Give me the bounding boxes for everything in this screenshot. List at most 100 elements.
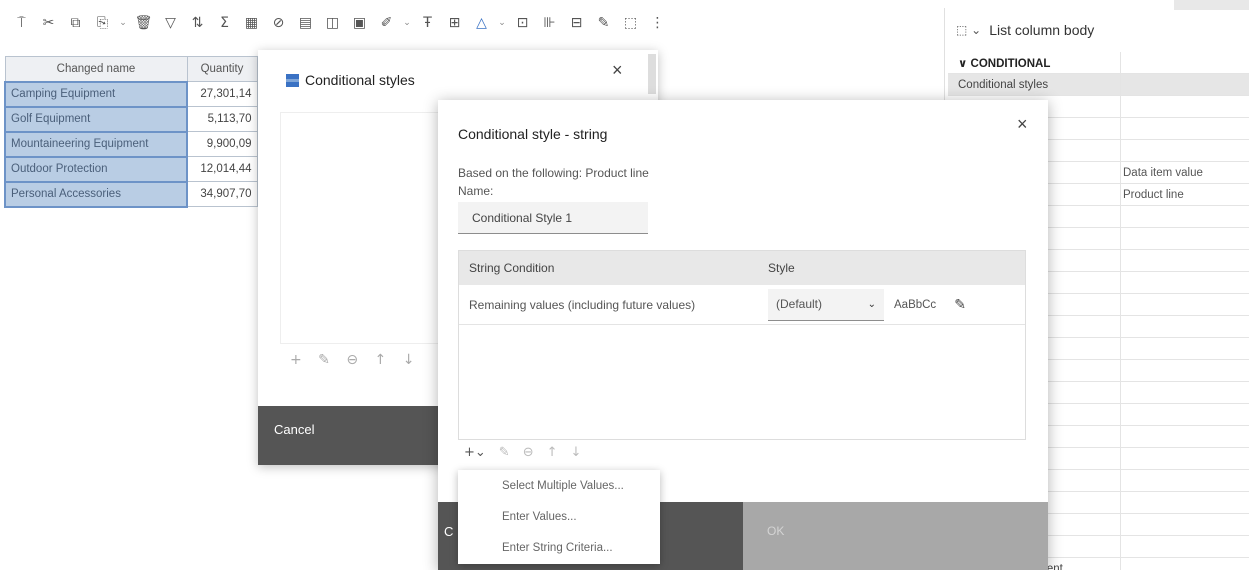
filter-icon[interactable]: ▽	[157, 8, 184, 38]
menu-item-enter-string-criteria[interactable]: Enter String Criteria...	[458, 532, 660, 563]
table-row[interactable]: Camping Equipment 27,301,14	[4, 80, 258, 108]
color-picker-icon[interactable]: ✐	[373, 8, 400, 38]
remove-icon[interactable]: ⊖	[523, 445, 534, 460]
group-icon[interactable]: ▦	[238, 8, 265, 38]
property-value[interactable]	[1120, 514, 1249, 535]
column-header-name[interactable]: Changed name	[4, 56, 188, 82]
property-label: ∨ CONDITIONAL	[958, 57, 1051, 70]
copy-icon[interactable]: ⧉	[62, 8, 89, 38]
properties-title: List column body	[989, 22, 1095, 38]
property-value[interactable]	[1120, 294, 1249, 315]
style-preview: AaBbCc	[894, 298, 937, 311]
properties-icon[interactable]: ⊟	[563, 8, 590, 38]
table-row[interactable]: Golf Equipment 5,113,70	[4, 105, 258, 133]
menu-item-enter-values[interactable]: Enter Values...	[458, 501, 660, 532]
name-field[interactable]	[458, 202, 648, 234]
delete-icon[interactable]: 🗑	[130, 8, 157, 38]
property-value[interactable]	[1120, 316, 1249, 337]
text-format-icon[interactable]: Ŧ	[414, 8, 441, 38]
property-value[interactable]	[1120, 448, 1249, 469]
explore-icon[interactable]: ⊘	[265, 8, 292, 38]
quantity-cell[interactable]: 12,014,44	[186, 156, 258, 182]
ok-button[interactable]: OK	[743, 502, 1048, 570]
column-header-quantity[interactable]: Quantity	[186, 56, 258, 82]
property-row[interactable]: Conditional styles	[948, 74, 1249, 96]
property-value[interactable]	[1120, 140, 1249, 161]
property-value[interactable]	[1120, 404, 1249, 425]
scrollbar[interactable]	[648, 54, 656, 94]
add-icon[interactable]: +⌄	[464, 445, 486, 460]
dialog-title: Conditional style - string	[458, 126, 608, 142]
background-color-icon[interactable]: △	[468, 8, 495, 38]
paint-format-icon[interactable]: ⍑	[8, 8, 35, 38]
property-value[interactable]	[1120, 338, 1249, 359]
property-value[interactable]	[1120, 360, 1249, 381]
property-value[interactable]	[1120, 96, 1249, 117]
summarize-icon[interactable]: Σ	[211, 8, 238, 38]
table-row[interactable]: Mountaineering Equipment 9,900,09	[4, 130, 258, 158]
property-value[interactable]	[1120, 228, 1249, 249]
close-icon[interactable]: ×	[612, 60, 623, 81]
conditional-styles-list[interactable]	[280, 112, 460, 344]
name-cell[interactable]: Outdoor Protection	[4, 155, 188, 183]
cancel-button[interactable]: Cancel	[258, 406, 443, 465]
name-cell[interactable]: Camping Equipment	[4, 80, 188, 108]
property-row[interactable]: ∨ CONDITIONAL	[948, 52, 1249, 74]
property-value[interactable]	[1120, 74, 1249, 95]
property-label: Conditional styles	[958, 78, 1049, 91]
edit-icon[interactable]: ✎	[954, 297, 966, 313]
move-up-icon[interactable]: ↑	[547, 445, 558, 460]
name-cell[interactable]: Mountaineering Equipment	[4, 130, 188, 158]
dialog-title-text: Conditional styles	[305, 72, 415, 88]
close-icon[interactable]: ×	[1017, 114, 1028, 135]
table-header-row: Changed name Quantity	[4, 56, 258, 82]
quantity-cell[interactable]: 9,900,09	[186, 131, 258, 157]
paste-icon[interactable]: ⎘	[89, 8, 116, 38]
property-value[interactable]: Product line	[1120, 184, 1249, 205]
quantity-cell[interactable]: 27,301,14	[186, 81, 258, 107]
insert-table-icon[interactable]: ▤	[292, 8, 319, 38]
name-label: Name:	[458, 184, 494, 198]
property-value[interactable]	[1120, 206, 1249, 227]
quantity-cell[interactable]: 5,113,70	[186, 106, 258, 132]
property-value[interactable]	[1120, 250, 1249, 271]
menu-item-select-multiple-values[interactable]: Select Multiple Values...	[458, 470, 660, 501]
name-cell[interactable]: Personal Accessories	[4, 180, 188, 208]
chevron-down-icon[interactable]: ⌄	[495, 8, 509, 38]
align-icon[interactable]: ⊪	[536, 8, 563, 38]
edit-icon[interactable]: ✎	[499, 445, 510, 460]
table-row[interactable]: Personal Accessories 34,907,70	[4, 180, 258, 208]
table-row[interactable]: Remaining values (including future value…	[459, 285, 1025, 325]
list-tools[interactable]: + ✎ ⊖ ↑ ↓	[290, 352, 420, 368]
sort-icon[interactable]: ⇅	[184, 8, 211, 38]
insert-block-icon[interactable]: ⊡	[509, 8, 536, 38]
chevron-down-icon[interactable]: ⌄	[116, 8, 130, 38]
move-down-icon[interactable]: ↓	[571, 445, 582, 460]
property-value[interactable]	[1120, 558, 1249, 570]
property-value[interactable]	[1120, 536, 1249, 557]
property-value[interactable]	[1120, 492, 1249, 513]
property-value[interactable]	[1120, 118, 1249, 139]
select-icon[interactable]: ⬚	[617, 8, 644, 38]
property-value[interactable]	[1120, 426, 1249, 447]
property-value[interactable]	[1120, 52, 1249, 73]
property-value[interactable]	[1120, 382, 1249, 403]
table-row[interactable]: Outdoor Protection 12,014,44	[4, 155, 258, 183]
style-select[interactable]: (Default) ⌄	[768, 288, 884, 321]
condition-table-header: String Condition Style	[459, 251, 1025, 285]
cut-icon[interactable]: ✂	[35, 8, 62, 38]
property-value[interactable]	[1120, 470, 1249, 491]
chevron-down-icon[interactable]: ⌄	[400, 8, 414, 38]
name-cell[interactable]: Golf Equipment	[4, 105, 188, 133]
edit-icon[interactable]: ✎	[590, 8, 617, 38]
quantity-cell[interactable]: 34,907,70	[186, 181, 258, 207]
more-icon[interactable]: ⋮	[644, 8, 671, 38]
property-value[interactable]	[1120, 272, 1249, 293]
borders-icon[interactable]: ⊞	[441, 8, 468, 38]
properties-header: ⬚ ⌄ List column body	[956, 22, 1094, 38]
property-value[interactable]: Data item value	[1120, 162, 1249, 183]
report-list-table: Changed name Quantity Camping Equipment …	[4, 56, 258, 208]
calculator-icon[interactable]: ▣	[346, 8, 373, 38]
layout-icon[interactable]: ◫	[319, 8, 346, 38]
select-ancestor-icon[interactable]: ⬚ ⌄	[956, 23, 981, 37]
